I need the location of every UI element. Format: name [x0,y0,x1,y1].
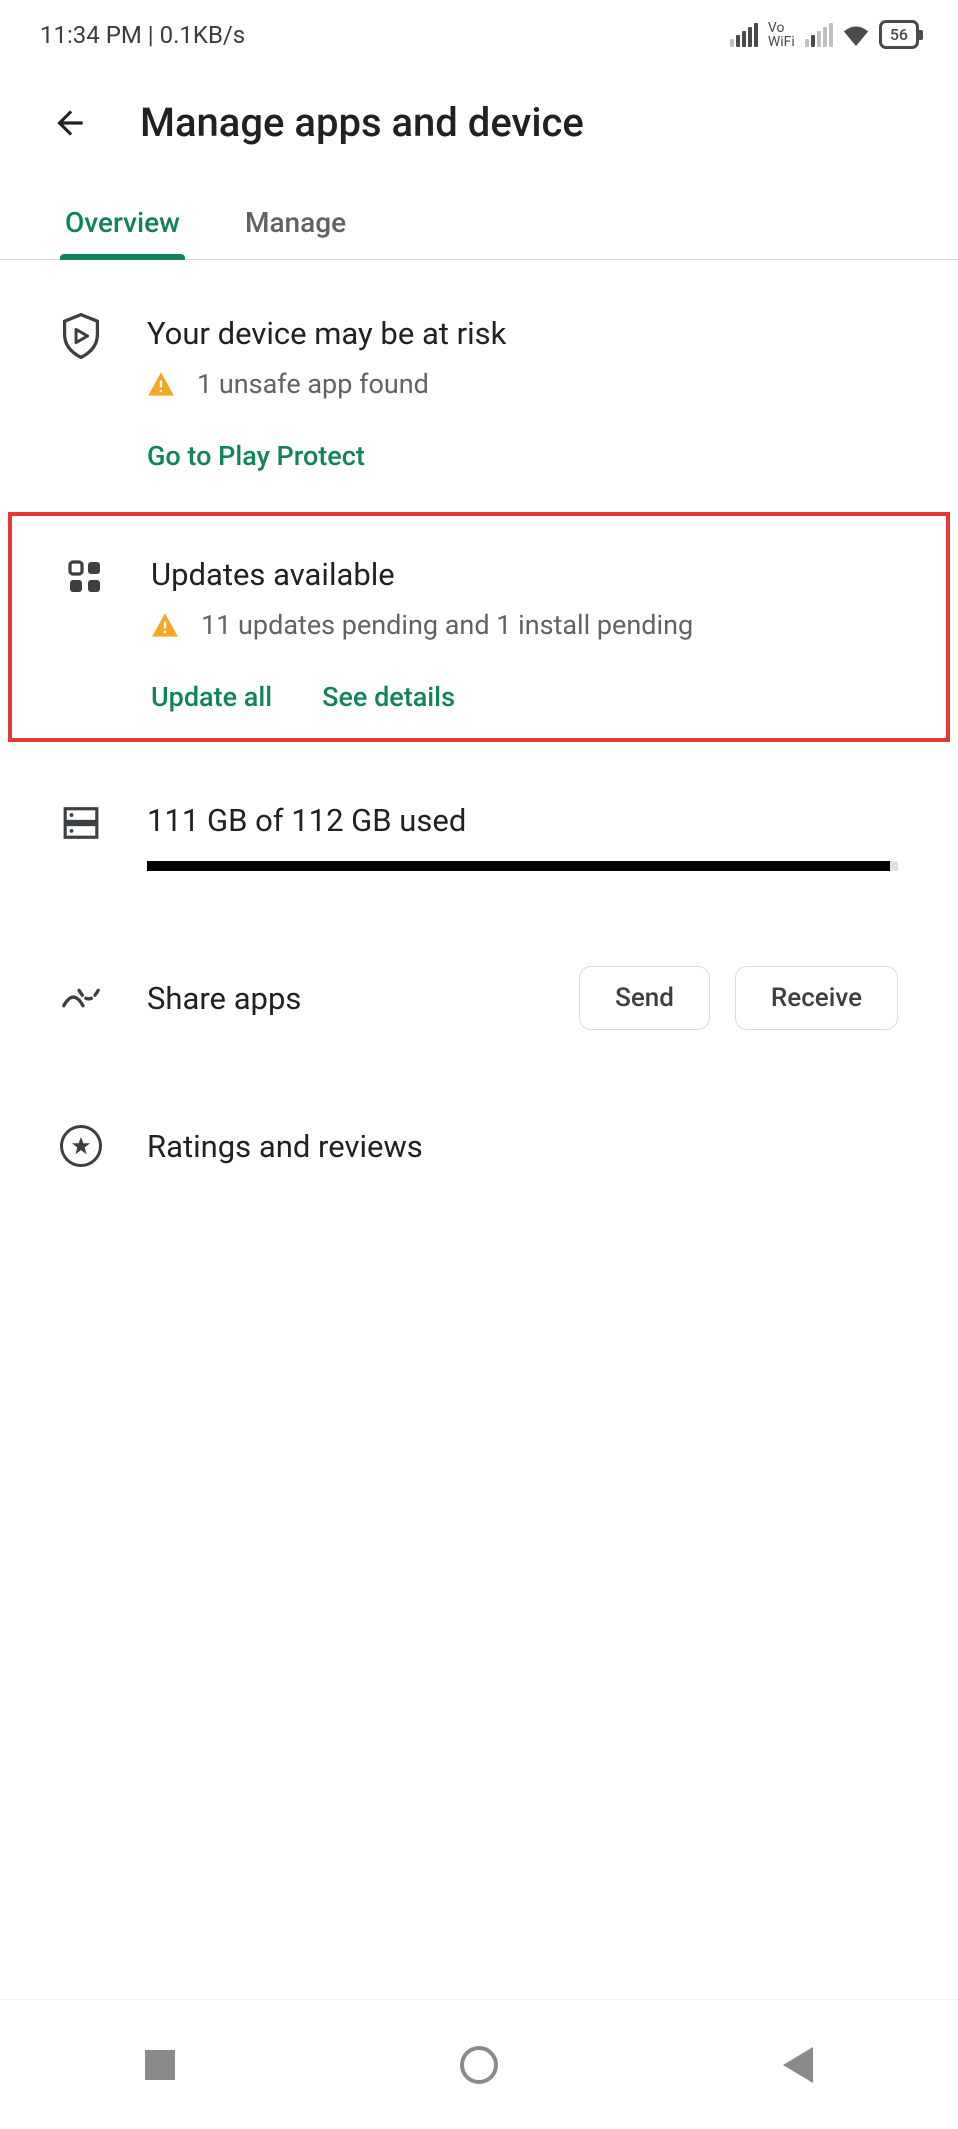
storage-icon [60,802,102,844]
protect-title: Your device may be at risk [147,315,898,352]
signal-icon-2 [805,23,833,47]
update-all-button[interactable]: Update all [151,681,272,713]
updates-title: Updates available [151,556,894,593]
back-button[interactable] [50,103,90,143]
apps-grid-icon [64,556,106,598]
play-protect-card[interactable]: Your device may be at risk 1 unsafe app … [0,260,958,502]
tabs: Overview Manage [0,186,958,260]
page-title: Manage apps and device [140,99,584,146]
battery-icon: 56 [879,20,923,49]
storage-progress-bar [147,861,898,871]
share-label: Share apps [147,980,534,1017]
go-to-play-protect-button[interactable]: Go to Play Protect [147,440,365,472]
tab-overview[interactable]: Overview [60,186,185,259]
send-button[interactable]: Send [579,966,710,1030]
circle-icon [460,2046,498,2084]
storage-card[interactable]: 111 GB of 112 GB used [0,742,958,901]
shield-icon [60,315,102,357]
updates-card[interactable]: Updates available 11 updates pending and… [12,516,946,738]
share-icon [60,977,102,1019]
tab-manage[interactable]: Manage [240,186,351,259]
nav-back-button[interactable] [718,2040,878,2090]
status-bar: 11:34 PM | 0.1KB/s Vo WiFi 56 [0,0,958,69]
protect-subtitle: 1 unsafe app found [197,368,429,400]
receive-button[interactable]: Receive [735,966,898,1030]
content: Your device may be at risk 1 unsafe app … [0,260,958,1197]
nav-home-button[interactable] [399,2040,559,2090]
vowifi-icon: Vo WiFi [768,21,795,49]
share-apps-card: Share apps Send Receive [0,901,958,1060]
warning-icon [151,612,179,638]
status-time: 11:34 PM | 0.1KB/s [40,21,245,49]
arrow-left-icon [51,104,89,142]
navigation-bar [0,1999,958,2129]
app-header: Manage apps and device [0,69,958,186]
ratings-label: Ratings and reviews [147,1128,423,1165]
updates-subtitle: 11 updates pending and 1 install pending [201,609,693,641]
storage-text: 111 GB of 112 GB used [147,802,898,839]
warning-icon [147,371,175,397]
wifi-icon [841,24,871,46]
see-details-button[interactable]: See details [322,681,455,713]
ratings-card[interactable]: Ratings and reviews [0,1060,958,1197]
status-icons: Vo WiFi 56 [730,20,923,49]
highlight-box: Updates available 11 updates pending and… [8,512,950,742]
star-circle-icon [60,1125,102,1167]
square-icon [145,2050,175,2080]
nav-recent-button[interactable] [80,2040,240,2090]
signal-icon-1 [730,23,758,47]
triangle-icon [783,2047,813,2083]
